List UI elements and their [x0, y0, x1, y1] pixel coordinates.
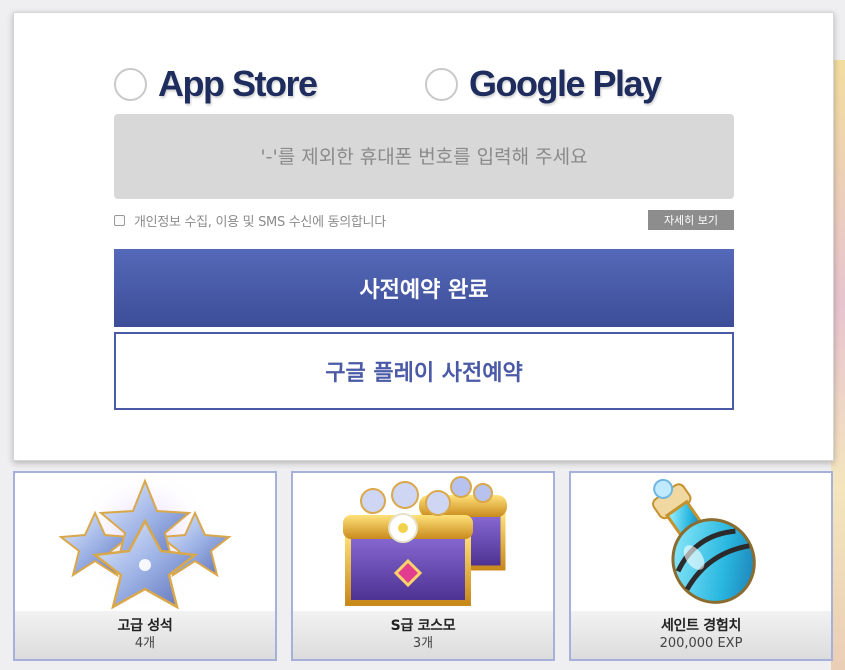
reward-name: 고급 성석 — [117, 618, 173, 634]
phone-number-input[interactable] — [114, 114, 734, 199]
reward-quantity: 4개 — [134, 636, 156, 651]
google-play-radio[interactable] — [425, 67, 458, 101]
reward-card: S급 코스모 3개 — [291, 471, 555, 661]
preregister-form-panel: App Store Google Play 개인정보 수집, 이용 및 SMS … — [13, 12, 834, 461]
reward-list: 고급 성석 4개 S급 코스모 3개 세인트 경험치 200,000 EXP — [13, 471, 833, 661]
reward-caption: 고급 성석 4개 — [15, 611, 275, 659]
star-crystal-icon — [58, 473, 232, 610]
reward-card: 세인트 경험치 200,000 EXP — [569, 471, 833, 661]
app-store-radio[interactable] — [114, 67, 147, 101]
reward-caption: 세인트 경험치 200,000 EXP — [571, 611, 831, 659]
google-play-preregister-button[interactable]: 구글 플레이 사전예약 — [114, 332, 734, 410]
treasure-chest-icon — [343, 476, 507, 606]
reward-name: S급 코스모 — [390, 618, 456, 634]
reward-quantity: 3개 — [412, 636, 434, 651]
potion-bottle-icon — [652, 478, 756, 604]
consent-checkbox[interactable] — [114, 214, 125, 226]
app-store-label: App Store — [158, 63, 318, 104]
store-selector: App Store Google Play — [114, 59, 734, 109]
view-details-button[interactable]: 자세히 보기 — [648, 210, 734, 230]
reward-quantity: 200,000 EXP — [659, 636, 743, 651]
google-play-label: Google Play — [469, 63, 662, 104]
reward-card: 고급 성석 4개 — [13, 471, 277, 661]
preregister-submit-button[interactable]: 사전예약 완료 — [114, 249, 734, 327]
reward-caption: S급 코스모 3개 — [293, 611, 553, 659]
reward-name: 세인트 경험치 — [660, 618, 742, 634]
consent-row: 개인정보 수집, 이용 및 SMS 수신에 동의합니다 자세히 보기 — [114, 209, 734, 231]
google-play-option[interactable]: Google Play — [425, 59, 662, 109]
app-store-option[interactable]: App Store — [114, 59, 318, 109]
consent-label: 개인정보 수집, 이용 및 SMS 수신에 동의합니다 — [134, 214, 386, 230]
